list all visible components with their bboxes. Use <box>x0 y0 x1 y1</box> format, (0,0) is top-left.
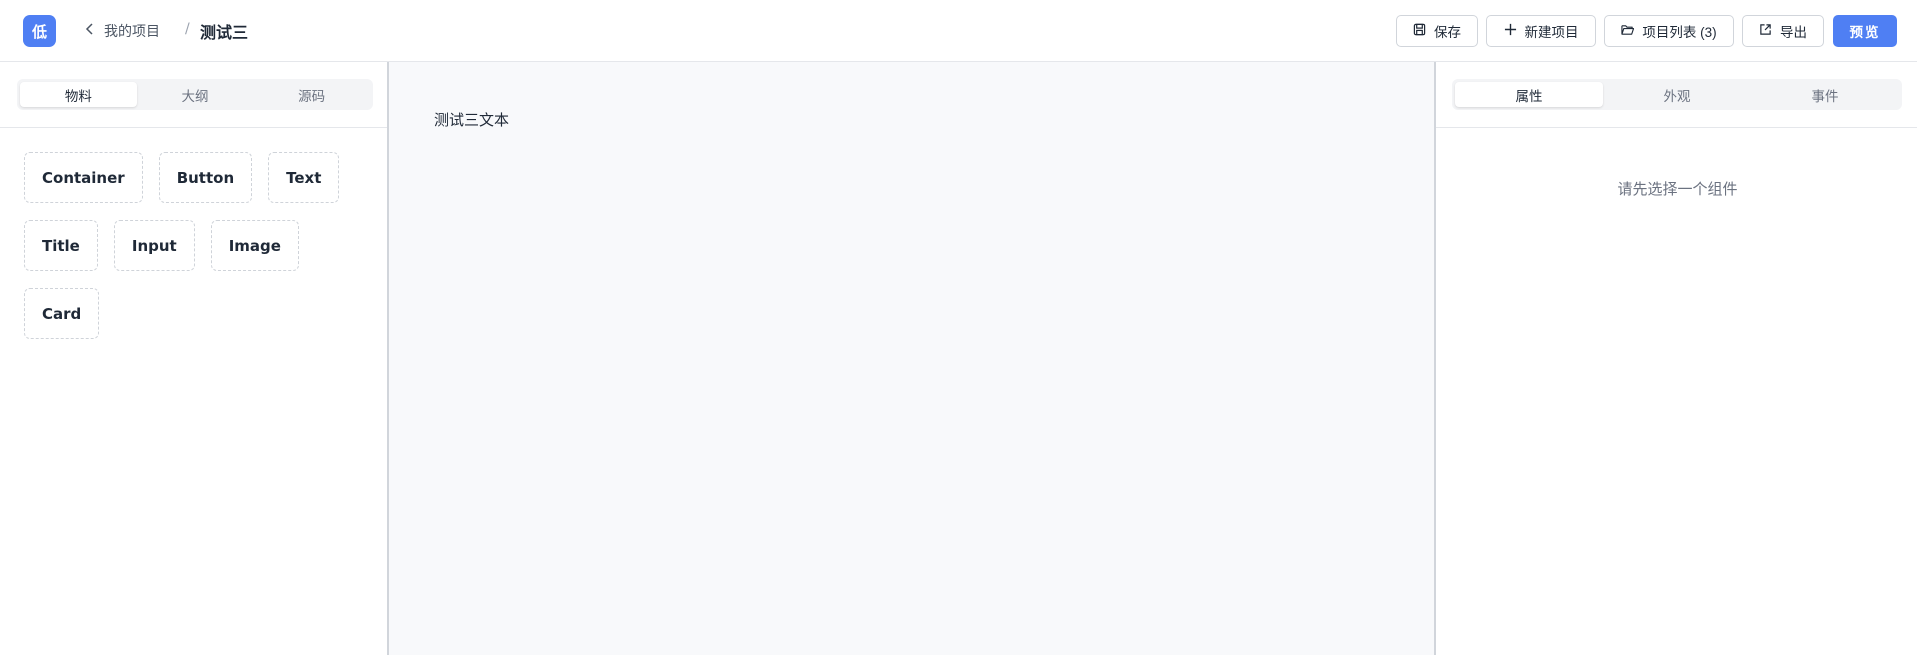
material-button[interactable]: Button <box>158 152 253 203</box>
material-input[interactable]: Input <box>113 220 195 271</box>
canvas-text-component[interactable]: 测试三文本 <box>434 109 509 130</box>
export-button-label: 导出 <box>1780 25 1807 40</box>
left-tabs: 物料 大纲 源码 <box>17 79 373 110</box>
plus-icon <box>1504 23 1517 39</box>
material-title[interactable]: Title <box>24 220 98 271</box>
design-canvas[interactable]: 测试三文本 <box>389 62 1434 655</box>
save-button-label: 保存 <box>1434 25 1461 40</box>
left-panel: 物料 大纲 源码 Container Button Text Title Inp… <box>0 62 389 655</box>
left-tabs-bar: 物料 大纲 源码 <box>0 62 387 128</box>
material-card[interactable]: Card <box>24 288 100 339</box>
export-button[interactable]: 导出 <box>1742 15 1824 47</box>
project-list-button[interactable]: 项目列表 (3) <box>1604 15 1734 47</box>
material-container[interactable]: Container <box>24 152 143 203</box>
save-button[interactable]: 保存 <box>1396 15 1478 47</box>
back-link-label: 我的项目 <box>104 24 160 40</box>
right-panel: 属性 外观 事件 请先选择一个组件 <box>1434 62 1917 655</box>
project-title: 测试三 <box>200 23 249 42</box>
new-project-button-label: 新建项目 <box>1524 25 1579 40</box>
app-logo: 低 <box>23 15 56 47</box>
tab-source[interactable]: 源码 <box>253 82 370 107</box>
material-image[interactable]: Image <box>210 220 299 271</box>
tab-events[interactable]: 事件 <box>1751 82 1899 107</box>
tab-appearance[interactable]: 外观 <box>1603 82 1751 107</box>
breadcrumb-separator: / <box>185 21 190 37</box>
top-header: 低 我的项目 / 测试三 保存 新建项目 项目列表 (3) 导出 预览 <box>0 0 1917 62</box>
back-to-my-projects-link[interactable]: 我的项目 <box>84 21 160 41</box>
preview-button[interactable]: 预览 <box>1833 15 1897 47</box>
tab-materials[interactable]: 物料 <box>20 82 137 107</box>
tab-outline[interactable]: 大纲 <box>137 82 254 107</box>
materials-list: Container Button Text Title Input Image … <box>24 152 364 356</box>
material-text[interactable]: Text <box>268 152 340 203</box>
new-project-button[interactable]: 新建项目 <box>1486 15 1596 47</box>
chevron-left-icon <box>84 23 96 39</box>
empty-selection-placeholder: 请先选择一个组件 <box>1617 180 1738 198</box>
project-list-button-label: 项目列表 (3) <box>1642 25 1717 40</box>
right-tabs-bar: 属性 外观 事件 <box>1436 62 1917 128</box>
right-tabs: 属性 外观 事件 <box>1452 79 1902 110</box>
save-icon <box>1413 23 1426 39</box>
tab-properties[interactable]: 属性 <box>1455 82 1603 107</box>
external-link-icon <box>1759 23 1772 39</box>
folder-open-icon <box>1621 23 1635 39</box>
